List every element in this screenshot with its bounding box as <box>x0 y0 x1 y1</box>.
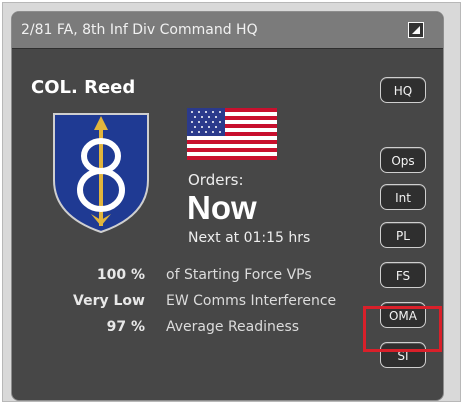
ew-interference-label: EW Comms Interference <box>166 293 337 309</box>
division-insignia-icon <box>53 113 149 234</box>
maximize-icon[interactable] <box>408 22 424 38</box>
hq-unit-window: 2/81 FA, 8th Inf Div Command HQ COL. Ree… <box>11 11 444 401</box>
next-orders-time: Next at 01:15 hrs <box>188 230 311 246</box>
int-button[interactable]: Int <box>380 184 426 210</box>
ew-interference-value: Very Low <box>73 293 145 309</box>
us-flag-icon <box>187 108 277 160</box>
fs-button[interactable]: FS <box>380 262 426 288</box>
force-vp-label: of Starting Force VPs <box>166 267 312 283</box>
oma-highlight-box <box>363 306 442 352</box>
readiness-label: Average Readiness <box>166 319 300 335</box>
readiness-value: 97 % <box>106 319 145 335</box>
hq-button[interactable]: HQ <box>380 77 426 103</box>
orders-value: Now <box>187 189 257 226</box>
pl-button[interactable]: PL <box>380 222 426 248</box>
orders-label: Orders: <box>188 171 244 189</box>
force-vp-value: 100 % <box>96 267 145 283</box>
commander-name: COL. Reed <box>31 77 136 98</box>
window-title: 2/81 FA, 8th Inf Div Command HQ <box>21 22 258 38</box>
screenshot-frame: 2/81 FA, 8th Inf Div Command HQ COL. Ree… <box>2 2 461 402</box>
window-titlebar[interactable]: 2/81 FA, 8th Inf Div Command HQ <box>12 12 443 49</box>
ops-button[interactable]: Ops <box>380 147 426 173</box>
